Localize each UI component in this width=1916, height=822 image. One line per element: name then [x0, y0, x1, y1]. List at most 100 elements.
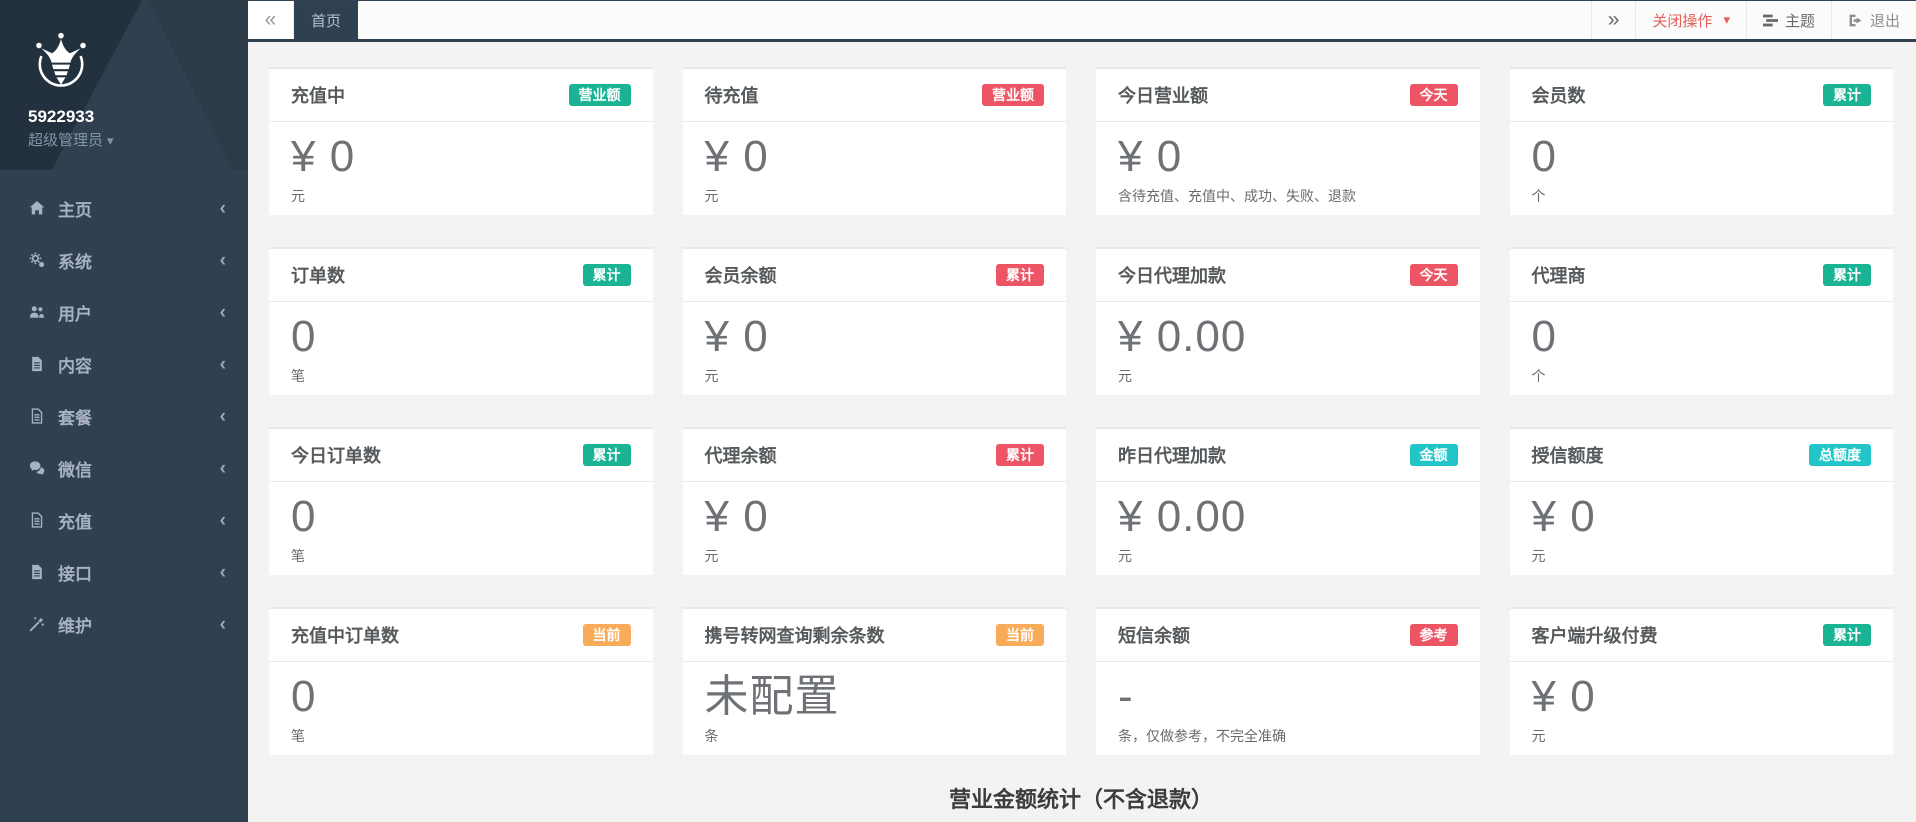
card-title: 昨日代理加款 — [1118, 442, 1226, 468]
sidebar-item-3[interactable]: 用户 ‹ — [0, 286, 248, 338]
card-unit: 个 — [1532, 366, 1872, 386]
menu-item-label: 系统 — [58, 248, 92, 273]
file-text-icon — [28, 408, 45, 424]
card-value: 0 — [1532, 312, 1872, 363]
card-title: 充值中 — [291, 82, 345, 108]
card-unit: 元 — [1118, 546, 1458, 566]
sidebar-item-6[interactable]: 微信 ‹ — [0, 442, 248, 494]
card-title: 授信额度 — [1532, 442, 1604, 468]
collapse-sidebar-button[interactable]: « — [248, 1, 294, 39]
stat-card: 订单数 累计 0 笔 — [269, 247, 653, 395]
gears-icon — [28, 252, 45, 268]
menu-item-label: 微信 — [58, 456, 92, 481]
chevron-left-icon: ‹ — [220, 563, 226, 582]
sidebar: 5922933 超级管理员▾ 主页 ‹ 系统 ‹ 用户 ‹ 内容 ‹ 套餐 ‹ … — [0, 0, 248, 822]
user-role-dropdown[interactable]: 超级管理员▾ — [0, 129, 248, 150]
card-unit: 笔 — [291, 726, 631, 746]
card-unit: 元 — [705, 186, 1045, 206]
card-value: ¥ 0 — [291, 132, 631, 183]
stat-card: 携号转网查询剩余条数 当前 未配置 条 — [683, 607, 1067, 755]
sidebar-profile: 5922933 超级管理员▾ — [0, 0, 248, 170]
card-value: ¥ 0.00 — [1118, 492, 1458, 543]
sidebar-item-7[interactable]: 充值 ‹ — [0, 494, 248, 546]
card-value: 未配置 — [705, 672, 1045, 723]
sidebar-item-9[interactable]: 维护 ‹ — [0, 598, 248, 650]
card-title: 短信余额 — [1118, 622, 1190, 648]
card-unit: 元 — [705, 366, 1045, 386]
card-value: 0 — [1532, 132, 1872, 183]
card-unit: 个 — [1532, 186, 1872, 206]
sidebar-item-5[interactable]: 套餐 ‹ — [0, 390, 248, 442]
card-title: 客户端升级付费 — [1532, 622, 1658, 648]
card-unit: 元 — [1532, 726, 1872, 746]
card-value: ¥ 0.00 — [1118, 312, 1458, 363]
file-solid-icon — [28, 564, 45, 580]
chevron-left-icon: ‹ — [220, 355, 226, 374]
card-unit: 条 — [705, 726, 1045, 746]
card-unit: 元 — [1118, 366, 1458, 386]
chevron-left-icon: ‹ — [220, 407, 226, 426]
card-badge: 金额 — [1410, 444, 1458, 467]
card-unit: 元 — [705, 546, 1045, 566]
card-value: ¥ 0 — [705, 312, 1045, 363]
caret-down-icon: ▾ — [1723, 12, 1730, 28]
close-operations-dropdown[interactable]: 关闭操作 ▾ — [1635, 1, 1746, 39]
card-title: 今日订单数 — [291, 442, 381, 468]
card-badge: 累计 — [1823, 84, 1871, 107]
caret-down-icon: ▾ — [107, 133, 114, 149]
topbar: « 首页 » 关闭操作 ▾ 主题 退出 — [248, 0, 1916, 42]
theme-button[interactable]: 主题 — [1746, 1, 1831, 39]
stat-card: 今日营业额 今天 ¥ 0 含待充值、充值中、成功、失败、退款 — [1096, 67, 1480, 215]
stat-card: 会员余额 累计 ¥ 0 元 — [683, 247, 1067, 395]
stat-card: 今日订单数 累计 0 笔 — [269, 427, 653, 575]
wand-icon — [28, 616, 45, 632]
sign-out-icon — [1848, 13, 1863, 28]
sidebar-item-1[interactable]: 主页 ‹ — [0, 182, 248, 234]
stat-card: 会员数 累计 0 个 — [1510, 67, 1894, 215]
card-badge: 累计 — [583, 264, 631, 287]
card-badge: 累计 — [1823, 264, 1871, 287]
card-badge: 营业额 — [982, 84, 1044, 107]
sidebar-item-4[interactable]: 内容 ‹ — [0, 338, 248, 390]
card-value: ¥ 0 — [1118, 132, 1458, 183]
file-text-icon — [28, 512, 45, 528]
chevron-left-icon: ‹ — [220, 615, 226, 634]
card-badge: 营业额 — [569, 84, 631, 107]
chevron-left-icon: ‹ — [220, 251, 226, 270]
card-value: ¥ 0 — [705, 132, 1045, 183]
card-badge: 当前 — [583, 624, 631, 647]
card-badge: 今天 — [1410, 84, 1458, 107]
card-title: 会员余额 — [705, 262, 777, 288]
card-value: ¥ 0 — [705, 492, 1045, 543]
stat-card: 昨日代理加款 金额 ¥ 0.00 元 — [1096, 427, 1480, 575]
card-title: 代理商 — [1532, 262, 1586, 288]
chevron-left-icon: ‹ — [220, 511, 226, 530]
card-badge: 累计 — [996, 444, 1044, 467]
crown-logo-icon — [0, 30, 248, 97]
stat-card: 充值中 营业额 ¥ 0 元 — [269, 67, 653, 215]
users-icon — [28, 304, 45, 320]
card-value: ¥ 0 — [1532, 492, 1872, 543]
file-solid-icon — [28, 356, 45, 372]
expand-tabs-button[interactable]: » — [1591, 1, 1636, 39]
card-badge: 参考 — [1410, 624, 1458, 647]
chevron-left-icon: ‹ — [220, 459, 226, 478]
chevron-left-icon: ‹ — [220, 199, 226, 218]
logout-button[interactable]: 退出 — [1831, 1, 1916, 39]
card-value: 0 — [291, 312, 631, 363]
stat-card: 今日代理加款 今天 ¥ 0.00 元 — [1096, 247, 1480, 395]
card-badge: 总额度 — [1809, 444, 1871, 467]
stat-card: 代理商 累计 0 个 — [1510, 247, 1894, 395]
card-title: 今日代理加款 — [1118, 262, 1226, 288]
card-unit: 元 — [291, 186, 631, 206]
tab-home[interactable]: 首页 — [294, 1, 358, 39]
theme-list-icon — [1763, 13, 1778, 28]
stat-card: 授信额度 总额度 ¥ 0 元 — [1510, 427, 1894, 575]
stat-cards-grid: 充值中 营业额 ¥ 0 元 待充值 营业额 ¥ 0 元 今日营业额 今天 ¥ 0… — [269, 67, 1893, 755]
sidebar-item-8[interactable]: 接口 ‹ — [0, 546, 248, 598]
card-value: ¥ 0 — [1532, 672, 1872, 723]
menu-item-label: 套餐 — [58, 404, 92, 429]
card-value: - — [1118, 672, 1458, 723]
sidebar-item-2[interactable]: 系统 ‹ — [0, 234, 248, 286]
menu-item-label: 充值 — [58, 508, 92, 533]
